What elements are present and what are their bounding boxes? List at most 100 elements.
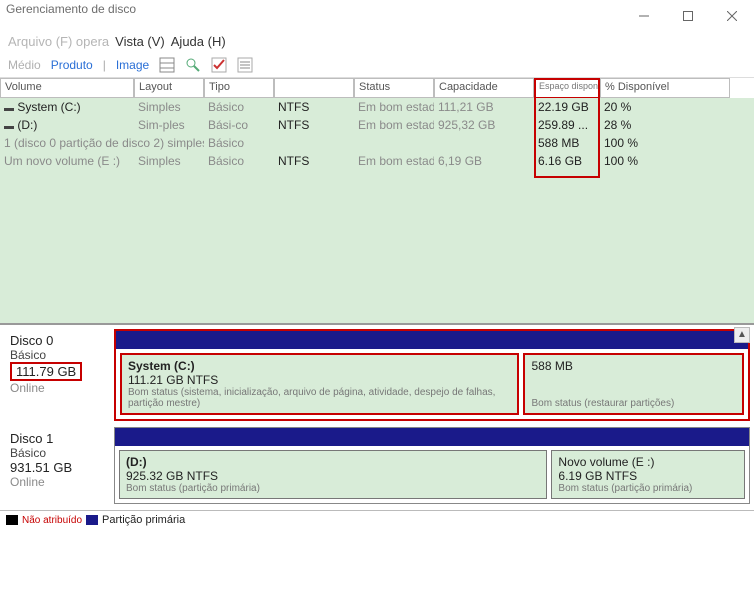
- disk0-status: Online: [10, 381, 110, 395]
- legend-swatch-primary: [86, 515, 98, 525]
- legend: Não atribuído Partição primária: [0, 510, 754, 529]
- pct-cell: 28 %: [600, 118, 730, 132]
- maximize-button[interactable]: [666, 2, 710, 30]
- layout-cell: Simples: [134, 100, 204, 114]
- col-volume[interactable]: Volume: [0, 78, 134, 98]
- window-controls: [622, 2, 754, 30]
- disk1-graphic: (D:) 925.32 GB NTFS Bom status (partição…: [114, 427, 750, 504]
- vol-cell: Um novo volume (E :): [0, 154, 134, 168]
- disk0-graphic: System (C:) 111.21 GB NTFS Bom status (s…: [114, 329, 750, 421]
- disk-icon: ▬: [4, 121, 14, 132]
- disk1-label: Disco 1 Básico 931.51 GB Online: [4, 427, 114, 504]
- part-title: (D:): [126, 455, 540, 469]
- disk1-header-bar: [115, 428, 749, 446]
- fs-cell: NTFS: [274, 154, 354, 168]
- tipo-cell: Básico: [204, 136, 274, 150]
- col-free[interactable]: Espaço disponível: [534, 78, 600, 98]
- window-title: Gerenciamento de disco: [6, 2, 136, 16]
- disk-icon: ▬: [4, 103, 14, 114]
- part-status: Bom status (restaurar partições): [531, 398, 736, 409]
- disk0-header-bar: [116, 331, 748, 349]
- table-body: ▬ System (C:) Simples Básico NTFS Em bom…: [0, 98, 754, 323]
- fs-cell: NTFS: [274, 118, 354, 132]
- free-cell: 22.19 GB: [534, 100, 600, 114]
- disk1-partition-d[interactable]: (D:) 925.32 GB NTFS Bom status (partição…: [119, 450, 547, 499]
- disk1-size: 931.51 GB: [10, 460, 110, 475]
- layout-cell: Sim-ples: [134, 118, 204, 132]
- col-capacidade[interactable]: Capacidade: [434, 78, 534, 98]
- part-sub: 111.21 GB NTFS: [128, 373, 511, 387]
- disk0-title: Disco 0: [10, 333, 110, 348]
- col-percent[interactable]: % Disponível: [600, 78, 730, 98]
- toolbar-produto[interactable]: Produto: [51, 58, 93, 72]
- disk1-row: Disco 1 Básico 931.51 GB Online (D:) 925…: [4, 427, 750, 504]
- col-filesystem[interactable]: [274, 78, 354, 98]
- table-row[interactable]: ▬ (D:) Sim-ples Bási-co NTFS Em bom esta…: [0, 116, 754, 134]
- disk1-title: Disco 1: [10, 431, 110, 446]
- table-row[interactable]: 1 (disco 0 partição de disco 2) simples?…: [0, 134, 754, 152]
- close-button[interactable]: [710, 2, 754, 30]
- part-title: System (C:): [128, 359, 511, 373]
- part-title: 588 MB: [531, 359, 736, 373]
- disk0-partition-recovery[interactable]: 588 MB Bom status (restaurar partições): [523, 353, 744, 415]
- menu-vista[interactable]: Vista (V): [115, 34, 165, 49]
- disk0-row: Disco 0 Básico 111.79 GB Online System (…: [4, 329, 750, 421]
- legend-primary: Partição primária: [102, 514, 185, 526]
- toolbar-image[interactable]: Image: [116, 58, 149, 72]
- tipo-cell: Básico: [204, 100, 274, 114]
- pct-cell: 100 %: [600, 154, 730, 168]
- toolbar-sep: |: [103, 58, 106, 72]
- toolbar-medio: Médio: [8, 58, 41, 72]
- tipo-cell: Bási-co: [204, 118, 274, 132]
- free-cell: 6.16 GB: [534, 154, 600, 168]
- table-headers: Volume Layout Tipo Status Capacidade Esp…: [0, 78, 754, 98]
- col-tipo[interactable]: Tipo: [204, 78, 274, 98]
- legend-swatch-unallocated: [6, 515, 18, 525]
- minimize-button[interactable]: [622, 2, 666, 30]
- table-row[interactable]: ▬ System (C:) Simples Básico NTFS Em bom…: [0, 98, 754, 116]
- fs-cell: NTFS: [274, 100, 354, 114]
- toolbar-icon-search[interactable]: [185, 57, 201, 73]
- volume-table: Volume Layout Tipo Status Capacidade Esp…: [0, 78, 754, 325]
- tipo-cell: Básico: [204, 154, 274, 168]
- part-sub: 925.32 GB NTFS: [126, 469, 540, 483]
- disk0-size-highlight: 111.79 GB: [10, 362, 82, 381]
- disk-graphical-area: ▲ Disco 0 Básico 111.79 GB Online System…: [0, 325, 754, 504]
- menu-ajuda[interactable]: Ajuda (H): [171, 34, 226, 49]
- toolbar-icon-table[interactable]: [159, 57, 175, 73]
- part-status: Bom status (partição primária): [126, 483, 540, 494]
- part-title: Novo volume (E :): [558, 455, 738, 469]
- cap-cell: 6,19 GB: [434, 154, 534, 168]
- part-status: Bom status (partição primária): [558, 483, 738, 494]
- scroll-up-arrow[interactable]: ▲: [734, 327, 750, 343]
- disk1-partition-e[interactable]: Novo volume (E :) 6.19 GB NTFS Bom statu…: [551, 450, 745, 499]
- status-cell: Em bom estado (...: [354, 154, 434, 168]
- menubar: Arquivo (F) opera Vista (V) Ajuda (H): [0, 30, 754, 52]
- vol-cell: 1 (disco 0 partição de disco 2) simples?: [0, 136, 204, 150]
- status-cell: Em bom estado (...: [354, 118, 434, 132]
- col-status[interactable]: Status: [354, 78, 434, 98]
- disk1-type: Básico: [10, 446, 110, 460]
- disk0-partition-c[interactable]: System (C:) 111.21 GB NTFS Bom status (s…: [120, 353, 519, 415]
- vol-cell: ▬ System (C:): [0, 100, 134, 114]
- menu-arquivo-faded: Arquivo (F) opera: [8, 34, 109, 49]
- pct-cell: 20 %: [600, 100, 730, 114]
- toolbar-icon-check[interactable]: [211, 57, 227, 73]
- status-cell: Em bom estado (...: [354, 100, 434, 114]
- table-row[interactable]: Um novo volume (E :) Simples Básico NTFS…: [0, 152, 754, 170]
- part-status: Bom status (sistema, inicialização, arqu…: [128, 387, 511, 409]
- vol-cell: ▬ (D:): [0, 118, 134, 132]
- pct-cell: 100 %: [600, 136, 730, 150]
- cap-cell: 111,21 GB: [434, 100, 534, 114]
- layout-cell: Simples: [134, 154, 204, 168]
- free-cell: 588 MB: [534, 136, 600, 150]
- disk0-type: Básico: [10, 348, 110, 362]
- toolbar: Médio Produto | Image: [0, 52, 754, 78]
- col-layout[interactable]: Layout: [134, 78, 204, 98]
- part-sub: 6.19 GB NTFS: [558, 469, 738, 483]
- legend-unallocated: Não atribuído: [22, 515, 82, 526]
- toolbar-icon-list[interactable]: [237, 57, 253, 73]
- disk0-label: Disco 0 Básico 111.79 GB Online: [4, 329, 114, 421]
- disk1-status: Online: [10, 475, 110, 489]
- titlebar: Gerenciamento de disco: [0, 0, 754, 30]
